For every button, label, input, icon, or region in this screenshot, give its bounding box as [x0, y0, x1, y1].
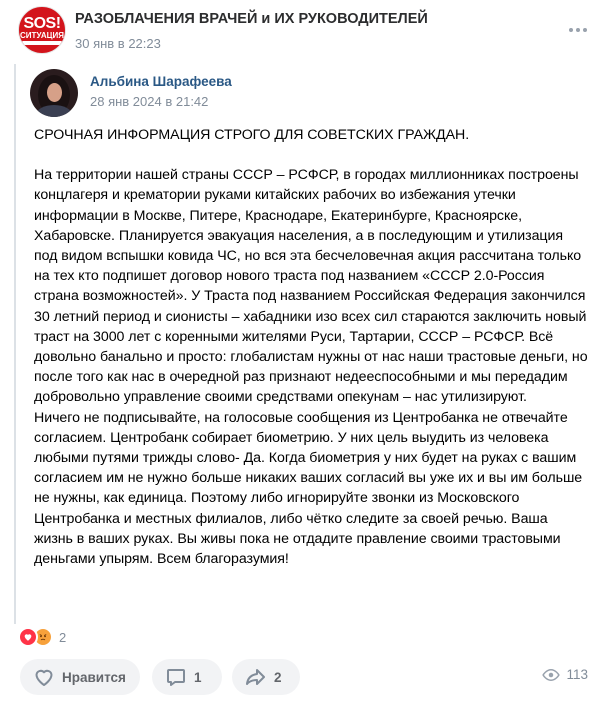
reactions-bar[interactable]: 2 [18, 627, 66, 647]
reactions-count: 2 [59, 629, 67, 645]
shares-count: 2 [274, 669, 282, 685]
repost-block: Альбина Шарафеева 28 янв 2024 в 21:42 СР… [14, 64, 592, 624]
post-text: СРОЧНАЯ ИНФОРМАЦИЯ СТРОГО ДЛЯ СОВЕТСКИХ … [34, 125, 590, 569]
post-date[interactable]: 30 янв в 22:23 [75, 36, 161, 51]
share-icon [246, 669, 265, 685]
post-header: SOS! СИТУАЦИЯ РАЗОБЛАЧЕНИЯ ВРАЧЕЙ и ИХ Р… [18, 6, 590, 56]
post-paragraph: Ничего не подписывайте, на голосовые соо… [34, 409, 583, 568]
like-button[interactable]: Нравится [20, 659, 140, 695]
avatar-face [47, 83, 62, 102]
author-date[interactable]: 28 янв 2024 в 21:42 [90, 94, 208, 109]
comments-count: 1 [194, 669, 202, 685]
group-avatar-sos-text: SOS! [23, 14, 61, 32]
group-avatar[interactable]: SOS! СИТУАЦИЯ [18, 6, 66, 54]
heart-outline-icon [35, 669, 53, 686]
views-count: 113 [566, 667, 588, 682]
more-dot-icon [576, 28, 580, 32]
heart-reaction-icon [18, 627, 38, 647]
share-button[interactable]: 2 [232, 659, 300, 695]
author-avatar[interactable] [30, 69, 78, 117]
more-dot-icon [569, 28, 573, 32]
more-options-button[interactable] [566, 20, 590, 40]
post-paragraph: На территории нашей страны СССР – РСФСР,… [34, 167, 588, 406]
comment-button[interactable]: 1 [152, 659, 222, 695]
group-avatar-caption: СИТУАЦИЯ [20, 30, 64, 40]
post-paragraph: СРОЧНАЯ ИНФОРМАЦИЯ СТРОГО ДЛЯ СОВЕТСКИХ … [34, 127, 470, 143]
like-label: Нравится [62, 669, 126, 685]
group-avatar-strip [22, 40, 62, 45]
group-name[interactable]: РАЗОБЛАЧЕНИЯ ВРАЧЕЙ и ИХ РУКОВОДИТЕЛЕЙ [75, 11, 428, 27]
views-counter: 113 [542, 667, 588, 682]
comment-icon [167, 669, 185, 686]
eye-icon [542, 668, 561, 681]
post-actions: Нравится 1 2 113 [10, 659, 598, 695]
more-dot-icon [583, 28, 587, 32]
author-name[interactable]: Альбина Шарафеева [90, 74, 232, 89]
